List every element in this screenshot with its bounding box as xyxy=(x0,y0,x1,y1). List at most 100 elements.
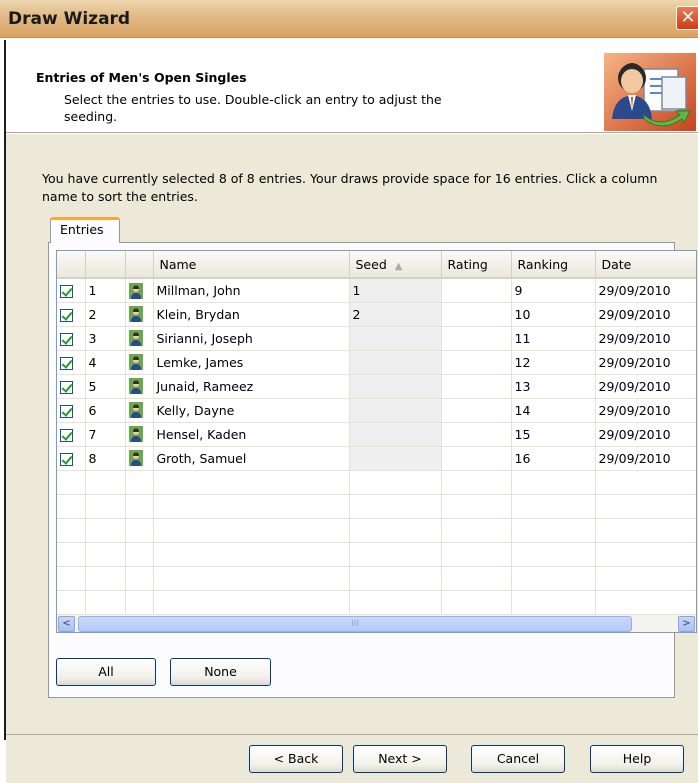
row-name: Groth, Samuel xyxy=(153,446,350,471)
row-date: 29/09/2010 xyxy=(595,350,696,375)
back-button[interactable]: < Back xyxy=(249,745,343,773)
row-ranking: 16 xyxy=(511,446,596,471)
row-date: 29/09/2010 xyxy=(595,422,696,447)
row-seed: 1 xyxy=(349,278,442,303)
row-checkbox-cell[interactable] xyxy=(57,398,86,423)
row-index: 1 xyxy=(85,278,126,303)
player-icon-cell xyxy=(125,374,154,399)
entries-grid: Name Seed ▲ Rating Ranking Date 1 Millman,… xyxy=(56,250,697,633)
checkbox-checked[interactable] xyxy=(60,428,73,442)
row-seed xyxy=(349,350,442,375)
checkbox-checked[interactable] xyxy=(60,452,73,466)
table-row[interactable]: 8 Groth, Samuel 16 29/09/2010 xyxy=(57,446,696,471)
selection-info-text: You have currently selected 8 of 8 entri… xyxy=(42,171,658,204)
table-row[interactable]: 5 Junaid, Rameez 13 29/09/2010 xyxy=(57,374,696,399)
horizontal-scrollbar[interactable]: < III > xyxy=(57,615,696,632)
table-row[interactable]: 3 Sirianni, Joseph 11 29/09/2010 xyxy=(57,326,696,351)
tab-entries[interactable]: Entries xyxy=(50,217,120,243)
table-row[interactable]: 1 Millman, John 1 9 29/09/2010 xyxy=(57,278,696,303)
row-date: 29/09/2010 xyxy=(595,278,696,303)
row-checkbox-cell[interactable] xyxy=(57,302,86,327)
player-icon-cell xyxy=(125,278,154,303)
column-header-seed[interactable]: Seed ▲ xyxy=(349,251,442,279)
cancel-button[interactable]: Cancel xyxy=(471,745,565,773)
player-icon-cell xyxy=(125,422,154,447)
row-name: Sirianni, Joseph xyxy=(153,326,350,351)
checkbox-checked[interactable] xyxy=(60,380,73,394)
column-header-check[interactable] xyxy=(57,251,86,279)
scroll-right-button[interactable]: > xyxy=(678,616,695,632)
row-checkbox-cell[interactable] xyxy=(57,374,86,399)
empty-table-row xyxy=(57,542,696,567)
row-name: Lemke, James xyxy=(153,350,350,375)
player-icon-cell xyxy=(125,446,154,471)
select-all-button[interactable]: All xyxy=(56,658,156,686)
row-checkbox-cell[interactable] xyxy=(57,350,86,375)
checkbox-checked[interactable] xyxy=(60,404,73,418)
row-checkbox-cell[interactable] xyxy=(57,326,86,351)
column-header-rating[interactable]: Rating xyxy=(441,251,512,279)
empty-table-row xyxy=(57,590,696,615)
row-ranking: 9 xyxy=(511,278,596,303)
entries-table: Name Seed ▲ Rating Ranking Date 1 Millman,… xyxy=(57,251,696,615)
empty-table-row xyxy=(57,566,696,591)
player-icon xyxy=(128,378,143,395)
row-rating xyxy=(441,302,512,327)
row-ranking: 10 xyxy=(511,302,596,327)
player-icon-cell xyxy=(125,398,154,423)
row-index: 7 xyxy=(85,422,126,447)
row-name: Hensel, Kaden xyxy=(153,422,350,447)
table-row[interactable]: 4 Lemke, James 12 29/09/2010 xyxy=(57,350,696,375)
player-icon-cell xyxy=(125,302,154,327)
row-seed xyxy=(349,422,442,447)
help-button[interactable]: Help xyxy=(590,745,684,773)
row-index: 8 xyxy=(85,446,126,471)
row-checkbox-cell[interactable] xyxy=(57,446,86,471)
row-rating xyxy=(441,374,512,399)
row-date: 29/09/2010 xyxy=(595,374,696,399)
table-row[interactable]: 2 Klein, Brydan 2 10 29/09/2010 xyxy=(57,302,696,327)
row-checkbox-cell[interactable] xyxy=(57,278,86,303)
empty-table-row xyxy=(57,494,696,519)
row-ranking: 13 xyxy=(511,374,596,399)
next-button[interactable]: Next > xyxy=(353,745,447,773)
column-header-ranking[interactable]: Ranking xyxy=(511,251,596,279)
column-header-icon[interactable] xyxy=(125,251,154,279)
row-seed: 2 xyxy=(349,302,442,327)
column-header-date[interactable]: Date xyxy=(595,251,696,279)
row-index: 2 xyxy=(85,302,126,327)
player-icon-cell xyxy=(125,326,154,351)
row-ranking: 12 xyxy=(511,350,596,375)
scroll-left-button[interactable]: < xyxy=(58,616,75,632)
empty-table-row xyxy=(57,470,696,495)
row-index: 4 xyxy=(85,350,126,375)
column-header-name[interactable]: Name xyxy=(153,251,350,279)
header-subtitle: Select the entries to use. Double-click … xyxy=(64,92,442,124)
row-index: 5 xyxy=(85,374,126,399)
row-date: 29/09/2010 xyxy=(595,326,696,351)
player-icon xyxy=(128,402,143,419)
row-ranking: 15 xyxy=(511,422,596,447)
checkbox-checked[interactable] xyxy=(60,284,73,298)
row-name: Klein, Brydan xyxy=(153,302,350,327)
title-bar: Draw Wizard ✕ xyxy=(0,0,698,38)
checkbox-checked[interactable] xyxy=(60,332,73,346)
checkbox-checked[interactable] xyxy=(60,356,73,370)
grid-header-row: Name Seed ▲ Rating Ranking Date xyxy=(57,251,696,279)
window-title: Draw Wizard xyxy=(8,9,131,29)
empty-table-row xyxy=(57,518,696,543)
checkbox-checked[interactable] xyxy=(60,308,73,322)
table-row[interactable]: 7 Hensel, Kaden 15 29/09/2010 xyxy=(57,422,696,447)
wizard-footer: < Back Next > Cancel Help xyxy=(6,734,698,783)
header-title: Entries of Men's Open Singles xyxy=(36,70,247,85)
wizard-body: You have currently selected 8 of 8 entri… xyxy=(6,134,698,734)
column-header-index[interactable] xyxy=(85,251,126,279)
row-rating xyxy=(441,446,512,471)
scroll-thumb[interactable]: III xyxy=(78,616,632,632)
row-rating xyxy=(441,398,512,423)
table-row[interactable]: 6 Kelly, Dayne 14 29/09/2010 xyxy=(57,398,696,423)
close-button[interactable]: ✕ xyxy=(676,6,698,30)
row-date: 29/09/2010 xyxy=(595,302,696,327)
row-checkbox-cell[interactable] xyxy=(57,422,86,447)
select-none-button[interactable]: None xyxy=(170,658,271,686)
